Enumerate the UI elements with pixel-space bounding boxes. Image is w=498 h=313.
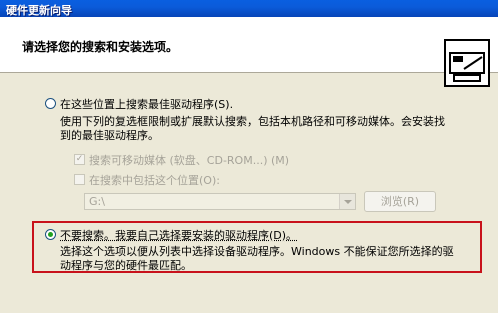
include-location-label: 在搜索中包括这个位置(O):: [89, 174, 220, 187]
location-path-value: G:\: [89, 195, 105, 208]
search-option-description-2: 到的最佳驱动程序。: [60, 129, 159, 142]
manual-option-description-2: 动程序与您的硬件最匹配。: [60, 259, 192, 272]
wizard-header: 请选择您的搜索和安装选项。: [0, 17, 498, 87]
hardware-update-wizard-window: 硬件更新向导 请选择您的搜索和安装选项。 在这些位置上搜索最佳驱动程序(S). …: [0, 0, 498, 313]
checkbox-removable-media[interactable]: ✓: [74, 154, 85, 165]
search-option-accelerator: (S).: [214, 98, 234, 111]
browse-button[interactable]: 浏览(R): [364, 191, 436, 212]
radio-search-best-driver[interactable]: [45, 98, 56, 109]
manual-option-description-1: 选择这个选项以便从列表中选择设备驱动程序。Windows 不能保证您所选择的驱: [60, 245, 454, 258]
search-option-label[interactable]: 在这些位置上搜索最佳驱动程序(S).: [60, 96, 233, 112]
checkbox-include-location[interactable]: [74, 174, 85, 185]
search-option-label-text: 在这些位置上搜索最佳驱动程序: [60, 98, 214, 111]
page-title: 请选择您的搜索和安装选项。: [22, 40, 179, 54]
location-path-combobox[interactable]: G:\: [84, 193, 356, 210]
search-option-description-1: 使用下列的复选框限制或扩展默认搜索，包括本机路径和可移动媒体。会安装找: [60, 115, 445, 128]
removable-media-label: 搜索可移动媒体 (软盘、CD-ROM...) (M): [89, 154, 290, 167]
window-title: 硬件更新向导: [6, 4, 72, 17]
wizard-content: 在这些位置上搜索最佳驱动程序(S). 使用下列的复选框限制或扩展默认搜索，包括本…: [0, 73, 498, 313]
title-bar[interactable]: 硬件更新向导: [0, 0, 498, 17]
chevron-down-icon[interactable]: [339, 194, 355, 209]
radio-do-not-search[interactable]: [45, 229, 56, 240]
manual-option-label[interactable]: 不要搜索。我要自己选择要安装的驱动程序(D)。: [60, 227, 297, 243]
